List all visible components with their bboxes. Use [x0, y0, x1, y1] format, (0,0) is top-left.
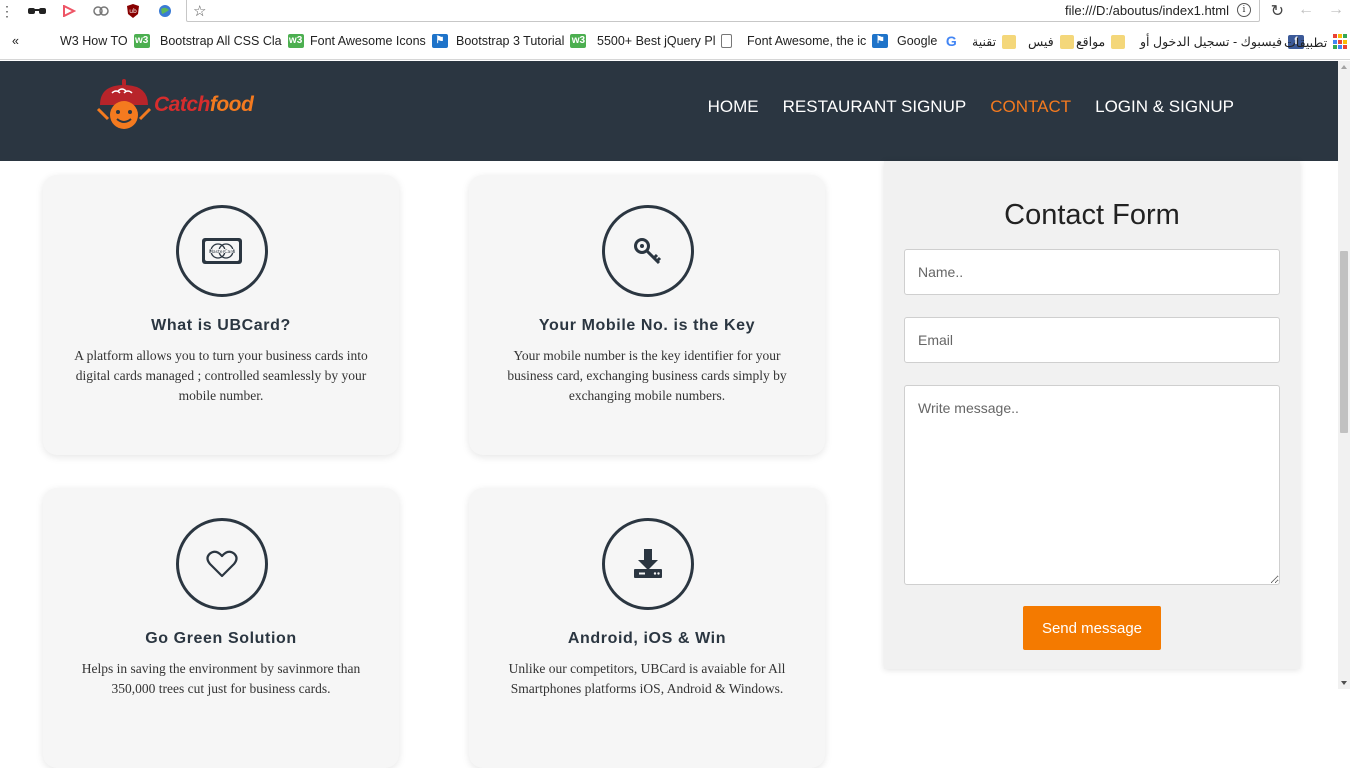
page-scrollbar[interactable] [1338, 61, 1350, 689]
logo-text: Catchfood [154, 93, 254, 117]
browser-nav-buttons: ↻ ← → [1271, 1, 1344, 21]
send-message-button[interactable]: Send message [1023, 606, 1161, 650]
w3-icon: w3 [133, 34, 150, 48]
feature-icon-circle [602, 205, 694, 297]
feature-card-go-green: Go Green Solution Helps in saving the en… [43, 488, 399, 768]
scroll-down-arrow-icon[interactable] [1341, 681, 1347, 685]
bookmark-item[interactable]: مواقع [1076, 34, 1126, 49]
mastercard-icon: MasterCard [202, 238, 242, 264]
info-icon[interactable]: i [1237, 3, 1251, 17]
catchfood-logo[interactable]: Catchfood [94, 75, 264, 137]
url-text[interactable]: file:///D:/aboutus/index1.html [1065, 3, 1229, 18]
bookmark-label: تطبيقات [1284, 35, 1328, 50]
feature-icon-circle [602, 518, 694, 610]
ublock-extension-icon[interactable]: ub [124, 4, 142, 18]
bookmark-label: Bootstrap 3 Tutorial [456, 34, 565, 48]
key-icon [634, 238, 662, 265]
flag-icon: ⚑ [431, 34, 448, 48]
feature-title: Go Green Solution [145, 630, 297, 647]
bookmark-label: مواقع [1076, 35, 1106, 49]
feature-card-mobile-key: Your Mobile No. is the Key Your mobile n… [469, 175, 825, 455]
feature-description: Your mobile number is the key identifier… [507, 348, 787, 403]
feature-description: A platform allows you to turn your busin… [74, 348, 368, 403]
bookmarks-bar: « W3 How TO w3 Bootstrap All CSS Cla w3 … [0, 24, 1350, 60]
feature-title: Your Mobile No. is the Key [538, 317, 756, 334]
bookmark-label: 5500+ Best jQuery Pl [597, 34, 716, 48]
bookmark-label: فيسبوك - تسجيل الدخول أو [1140, 35, 1283, 49]
bookmark-item[interactable]: Font Awesome, the ic ⚑ [747, 34, 889, 48]
main-nav: HOME RESTAURANT SIGNUP CONTACT LOGIN & S… [708, 97, 1234, 117]
folder-icon [1111, 34, 1126, 49]
overflow-chevron-icon[interactable]: « [12, 34, 19, 48]
address-bar[interactable]: ☆ file:///D:/aboutus/index1.html i [186, 0, 1260, 22]
w3-icon: w3 [287, 34, 304, 48]
extensions-bar: ⋮ ub [0, 0, 186, 22]
bookmark-label: Font Awesome Icons [310, 34, 426, 48]
nav-restaurant-signup[interactable]: RESTAURANT SIGNUP [783, 97, 967, 117]
feature-description: Helps in saving the environment by savin… [81, 661, 361, 696]
nav-home[interactable]: HOME [708, 97, 759, 117]
bookmark-item[interactable]: Bootstrap All CSS Cla w3 [160, 34, 304, 48]
bookmark-star-icon[interactable]: ☆ [193, 2, 206, 20]
w3-icon: w3 [570, 34, 587, 48]
bookmark-item[interactable]: Font Awesome Icons ⚑ [310, 34, 448, 48]
feature-icon-circle: MasterCard [176, 205, 268, 297]
bookmark-item[interactable]: 5500+ Best jQuery Pl [597, 34, 733, 48]
bookmark-item[interactable]: W3 How TO w3 [60, 34, 150, 48]
feature-title: What is UBCard? [151, 317, 291, 334]
reload-icon[interactable]: ↻ [1271, 1, 1284, 21]
bookmark-label: تقنية [972, 35, 997, 49]
contact-form-panel: Contact Form Send message [884, 161, 1300, 669]
page-icon [721, 34, 733, 48]
feature-card-platforms: Android, iOS & Win Unlike our competitor… [469, 488, 825, 768]
nav-login-signup[interactable]: LOGIN & SIGNUP [1095, 97, 1234, 117]
bookmark-label: Google [897, 34, 938, 48]
bookmark-label: Font Awesome, the ic [747, 34, 867, 48]
google-icon: G [945, 33, 957, 49]
download-icon [634, 549, 662, 578]
bookmark-label: فيس [1028, 35, 1054, 49]
browser-toolbar: ⋮ ub ☆ file:///D:/aboutus/index1.html i … [0, 0, 1350, 24]
bookmark-item[interactable]: Bootstrap 3 Tutorial w3 [456, 34, 587, 48]
feature-icon-circle [176, 518, 268, 610]
flag-icon: ⚑ [872, 34, 889, 48]
nav-contact[interactable]: CONTACT [990, 97, 1071, 117]
play-extension-icon[interactable] [60, 4, 78, 18]
folder-icon [1059, 34, 1074, 49]
logo-text-catch: Catch [154, 93, 210, 116]
glasses-extension-icon[interactable] [28, 4, 46, 18]
menu-dots-icon[interactable]: ⋮ [0, 4, 14, 18]
name-input[interactable] [904, 249, 1280, 295]
apps-grid-icon [1333, 34, 1349, 50]
bookmark-item[interactable]: تطبيقات [1284, 34, 1349, 50]
scrollbar-thumb[interactable] [1340, 251, 1348, 433]
logo-text-food: food [209, 93, 254, 116]
globe-extension-icon[interactable] [156, 4, 174, 18]
forward-arrow-icon[interactable]: → [1328, 1, 1344, 21]
bookmark-item[interactable]: فيسبوك - تسجيل الدخول أو f [1140, 34, 1305, 49]
feature-card-ubcard: MasterCard What is UBCard? A platform al… [43, 175, 399, 455]
feature-description: Unlike our competitors, UBCard is avaiab… [508, 661, 786, 696]
bookmark-label: Bootstrap All CSS Cla [160, 34, 282, 48]
folder-icon [1002, 34, 1017, 49]
message-textarea[interactable] [904, 385, 1280, 585]
heart-icon [206, 550, 238, 578]
bookmark-item[interactable]: فيس [1028, 34, 1074, 49]
feature-title: Android, iOS & Win [567, 630, 727, 647]
back-arrow-icon[interactable]: ← [1298, 1, 1314, 21]
bookmark-label: W3 How TO [60, 34, 128, 48]
email-input[interactable] [904, 317, 1280, 363]
scroll-up-arrow-icon[interactable] [1341, 65, 1347, 69]
chef-logo-icon [96, 79, 152, 129]
bookmark-item[interactable]: Google G [897, 34, 959, 48]
bookmark-item[interactable]: تقنية [972, 34, 1017, 49]
svg-text:MasterCard: MasterCard [209, 249, 235, 255]
link-extension-icon[interactable] [92, 4, 110, 18]
site-header: Catchfood HOME RESTAURANT SIGNUP CONTACT… [0, 61, 1338, 161]
svg-text:ub: ub [129, 8, 137, 15]
contact-form-title: Contact Form [1004, 199, 1180, 231]
